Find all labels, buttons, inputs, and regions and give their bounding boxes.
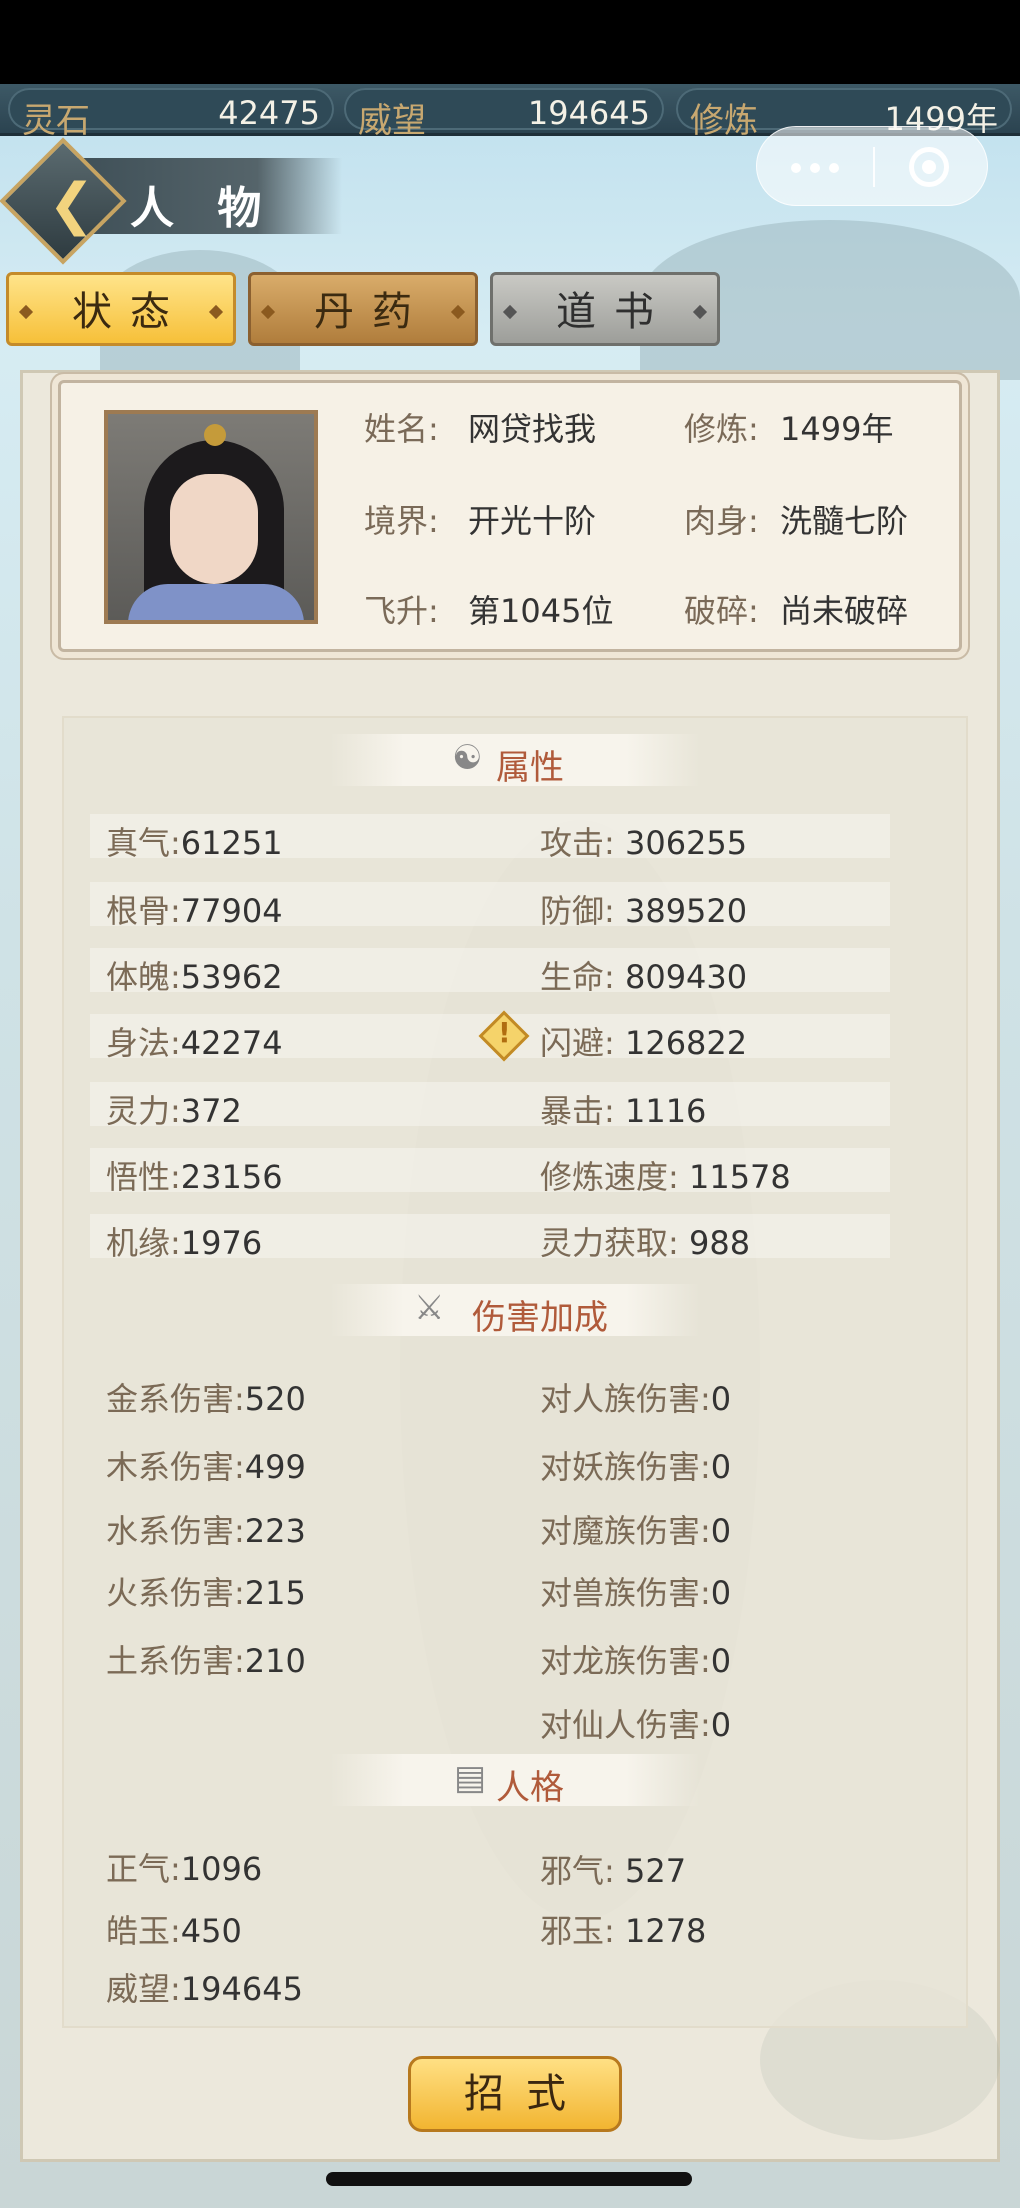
shatter-label: 破碎: <box>684 592 759 630</box>
stat-row: 木系伤害:499 <box>106 1448 306 1486</box>
stat-row: 生命: 809430 <box>540 958 748 996</box>
tab-label: 丹药 <box>314 289 430 335</box>
cultivation-value: 1499年 <box>780 410 894 448</box>
stat-row: 体魄:53962 <box>106 958 283 996</box>
chevron-left-icon[interactable]: ❮ <box>48 172 95 237</box>
tab-label: 状态 <box>72 289 188 335</box>
stat-row: 火系伤害:215 <box>106 1574 306 1612</box>
stat-row: 闪避: 126822 <box>540 1024 748 1062</box>
home-indicator[interactable] <box>326 2172 692 2186</box>
tab-books[interactable]: 道书 <box>490 272 720 346</box>
resource-cultivation: 修炼 1499年 <box>676 88 1012 141</box>
stat-row: 正气:1096 <box>106 1850 263 1888</box>
stat-row: 对妖族伤害:0 <box>540 1448 732 1486</box>
resource-label: 灵石 <box>22 101 90 141</box>
ascend-label: 飞升: <box>364 592 439 630</box>
resource-value: 194645 <box>527 94 650 132</box>
yin-yang-icon: ☯ <box>452 738 483 778</box>
shatter-value: 尚未破碎 <box>780 592 909 630</box>
stat-row: 灵力获取: 988 <box>540 1224 751 1262</box>
resource-label: 修炼 <box>690 101 758 141</box>
close-miniprogram-icon[interactable] <box>909 147 949 187</box>
stat-row: 邪玉: 1278 <box>540 1912 707 1950</box>
name-value: 网贷找我 <box>468 410 597 448</box>
stat-row: 攻击: 306255 <box>540 824 748 862</box>
stat-row: 机缘:1976 <box>106 1224 263 1262</box>
ascend-value: 第1045位 <box>468 592 614 630</box>
stat-row: 灵力:372 <box>106 1092 242 1130</box>
stat-row: 威望:194645 <box>106 1970 303 2008</box>
resource-spirit-stone: 灵石 42475 <box>8 88 334 141</box>
book-icon: ▤ <box>454 1758 487 1798</box>
section-title: 人格 <box>496 1768 564 1808</box>
resource-value: 42475 <box>218 94 320 132</box>
body-value: 洗髓七阶 <box>780 502 909 540</box>
stat-row: 暴击: 1116 <box>540 1092 707 1130</box>
tab-pills[interactable]: 丹药 <box>248 272 478 346</box>
resource-prestige: 威望 194645 <box>344 88 664 141</box>
tab-status[interactable]: 状态 <box>6 272 236 346</box>
cultivation-label: 修炼: <box>684 410 759 448</box>
stat-row: 皓玉:450 <box>106 1912 242 1950</box>
stat-row: 对人族伤害:0 <box>540 1380 732 1418</box>
stat-row: 身法:42274 <box>106 1024 283 1062</box>
skills-button[interactable]: 招式 <box>408 2056 622 2132</box>
body-label: 肉身: <box>684 502 759 540</box>
stat-row: 修炼速度: 11578 <box>540 1158 791 1196</box>
stat-row: 对仙人伤害:0 <box>540 1706 732 1744</box>
stat-row: 对龙族伤害:0 <box>540 1642 732 1680</box>
stat-row: 土系伤害:210 <box>106 1642 306 1680</box>
section-title: 属性 <box>496 748 564 788</box>
section-title: 伤害加成 <box>472 1298 608 1338</box>
tab-label: 道书 <box>556 289 672 335</box>
stat-row: 对魔族伤害:0 <box>540 1512 732 1550</box>
stat-row: 悟性:23156 <box>106 1158 283 1196</box>
more-options-icon[interactable] <box>785 147 845 187</box>
page-title: 人 物 <box>130 183 276 234</box>
miniprogram-capsule <box>756 126 988 206</box>
resource-label: 威望 <box>358 101 426 141</box>
stat-row: 水系伤害:223 <box>106 1512 306 1550</box>
stat-row: 根骨:77904 <box>106 892 283 930</box>
crossed-swords-icon: ⚔ <box>414 1288 445 1328</box>
status-bar <box>0 0 1020 84</box>
realm-label: 境界: <box>364 502 439 540</box>
stat-row: 对兽族伤害:0 <box>540 1574 732 1612</box>
stat-row: 金系伤害:520 <box>106 1380 306 1418</box>
name-label: 姓名: <box>364 410 439 448</box>
realm-value: 开光十阶 <box>468 502 597 540</box>
character-portrait[interactable] <box>104 410 318 624</box>
stat-row: 邪气: 527 <box>540 1852 687 1890</box>
stat-row: 真气:61251 <box>106 824 283 862</box>
stat-row: 防御: 389520 <box>540 892 748 930</box>
